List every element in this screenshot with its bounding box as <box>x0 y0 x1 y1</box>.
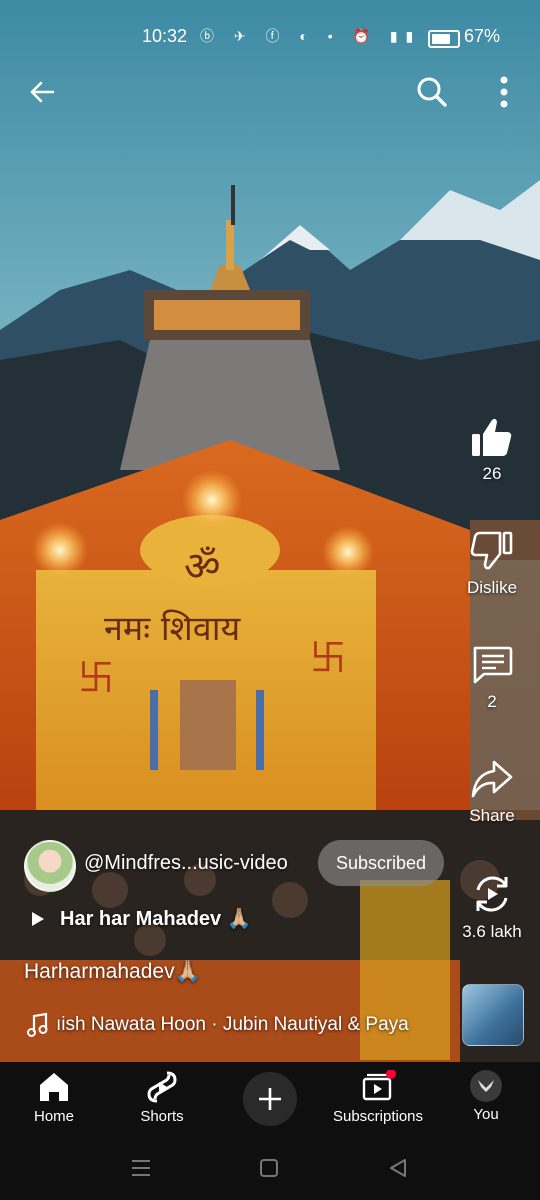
recents-icon[interactable] <box>130 1158 152 1178</box>
play-icon <box>30 910 46 933</box>
dislike-button[interactable]: Dislike <box>458 530 526 598</box>
subscriptions-icon <box>362 1070 396 1101</box>
svg-text:卐: 卐 <box>310 638 346 679</box>
nav-subscriptions-label: Subscriptions <box>332 1108 424 1125</box>
battery-percent: 67% <box>464 26 501 46</box>
profile-avatar <box>470 1070 502 1102</box>
eagle-icon <box>478 1080 494 1092</box>
nav-you[interactable]: You <box>436 1062 536 1138</box>
like-count: 26 <box>482 464 502 483</box>
channel-handle[interactable]: @Mindfres...usic-video <box>84 852 288 875</box>
video-title[interactable]: Har har Mahadev 🙏🏼 <box>60 906 252 931</box>
music-album-thumbnail[interactable] <box>462 984 524 1046</box>
nav-shorts-label: Shorts <box>140 1108 184 1125</box>
shorts-icon <box>147 1071 177 1103</box>
system-navigation-bar <box>0 1138 540 1200</box>
home-icon <box>40 1073 68 1101</box>
comment-count: 2 <box>487 692 497 711</box>
home-square-icon[interactable] <box>259 1158 279 1178</box>
svg-text:卐: 卐 <box>78 658 114 699</box>
music-track[interactable]: ıish Nawata Hoon · Jubin Nautiyal & Paya <box>56 1014 448 1036</box>
nav-home[interactable]: Home <box>4 1062 104 1138</box>
share-arrow-icon <box>471 760 513 798</box>
notification-dot-icon <box>386 1070 396 1079</box>
thumbs-down-icon <box>470 531 513 570</box>
hashtag-caption[interactable]: Harharmahadev🙏🏼 <box>24 960 201 984</box>
back-arrow-icon <box>30 81 55 103</box>
remix-button[interactable]: 3.6 lakh <box>458 872 526 942</box>
nav-shorts[interactable]: Shorts <box>112 1062 212 1138</box>
bottom-navigation: Home Shorts Subscriptions You <box>0 1062 540 1138</box>
thumbs-up-icon <box>472 418 512 456</box>
subscribed-button[interactable]: Subscribed <box>318 840 444 886</box>
battery-icon <box>428 30 460 48</box>
svg-text:नमः शिवाय: नमः शिवाय <box>104 609 242 649</box>
like-button[interactable]: 26 <box>458 416 526 484</box>
music-note-icon <box>26 1012 48 1043</box>
nav-home-label: Home <box>33 1108 74 1125</box>
remix-count: 3.6 lakh <box>462 922 522 941</box>
back-button[interactable] <box>22 72 62 112</box>
status-bar: 10:32 ⓑ ✈ ⓕ ◐ • ⏰ ▮▮ 67% <box>0 22 540 52</box>
status-time: 10:32 <box>142 26 188 46</box>
share-label: Share <box>469 806 515 825</box>
nav-you-label: You <box>473 1106 499 1123</box>
plus-icon <box>259 1088 281 1110</box>
comments-button[interactable]: 2 <box>458 644 526 712</box>
more-vert-icon <box>500 76 508 108</box>
share-button[interactable]: Share <box>458 758 526 826</box>
notification-icons: ⓑ ✈ ⓕ ◐ • ⏰ ▮▮ <box>200 28 422 44</box>
svg-text:ॐ: ॐ <box>184 544 220 590</box>
dislike-label: Dislike <box>466 578 518 597</box>
comment-icon <box>473 646 513 684</box>
back-triangle-icon[interactable] <box>388 1157 408 1179</box>
search-icon <box>417 77 447 107</box>
nav-subscriptions[interactable]: Subscriptions <box>328 1062 428 1138</box>
remix-icon <box>476 876 508 912</box>
more-options-button[interactable] <box>484 72 524 112</box>
create-button[interactable] <box>243 1072 297 1126</box>
search-button[interactable] <box>412 72 452 112</box>
channel-avatar[interactable] <box>24 840 76 892</box>
